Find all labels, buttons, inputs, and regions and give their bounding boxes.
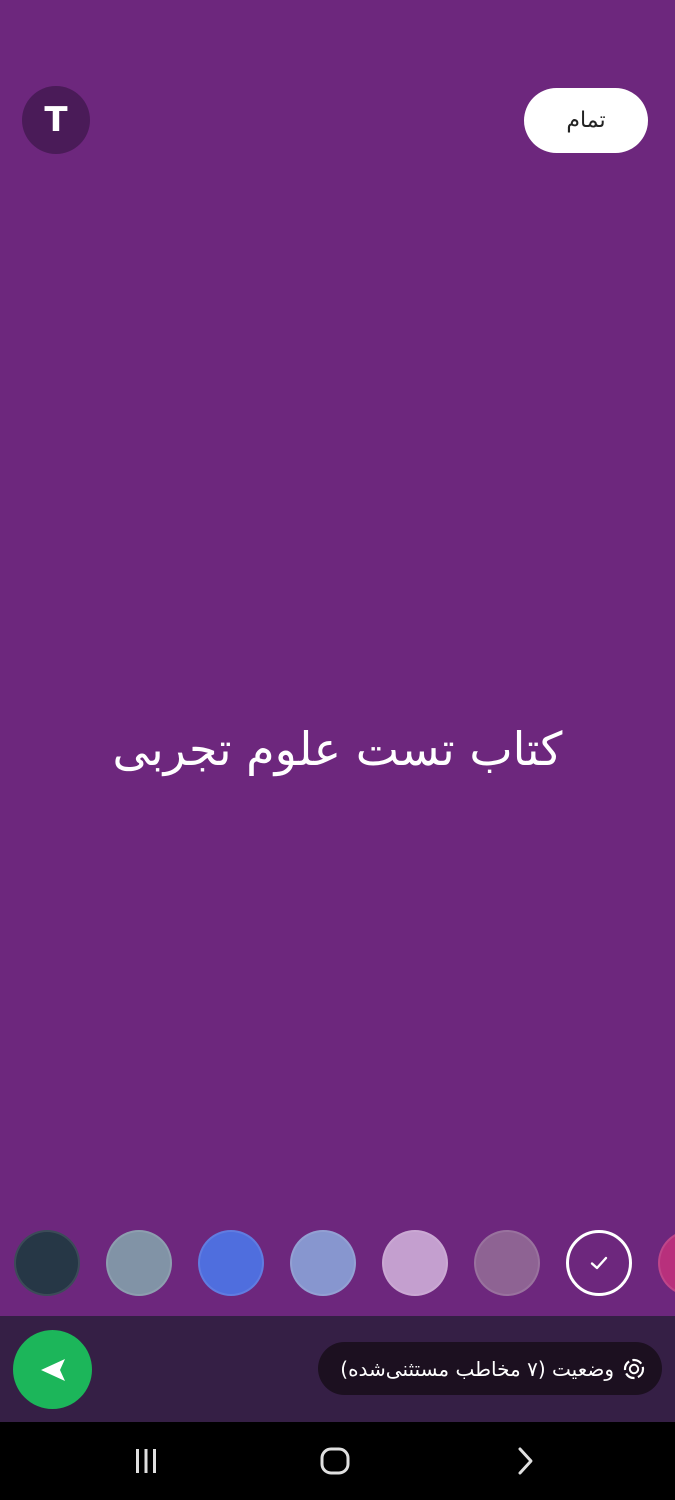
status-text[interactable]: کتاب تست علوم تجربی xyxy=(20,715,655,783)
system-navigation-bar xyxy=(0,1422,675,1500)
status-text-canvas[interactable]: T تمام کتاب تست علوم تجربی xyxy=(0,0,675,1316)
recent-apps-icon xyxy=(136,1449,156,1473)
audience-selector[interactable]: وضعیت (۷ مخاطب مستثنی‌شده) xyxy=(318,1342,662,1395)
home-button[interactable] xyxy=(315,1441,355,1481)
color-swatch[interactable] xyxy=(290,1230,356,1296)
check-icon xyxy=(590,1256,608,1270)
recent-apps-button[interactable] xyxy=(126,1441,166,1481)
back-button[interactable] xyxy=(504,1441,544,1481)
color-swatch[interactable] xyxy=(474,1230,540,1296)
color-swatch[interactable] xyxy=(198,1230,264,1296)
send-arrow-icon xyxy=(40,1358,65,1381)
audience-label: وضعیت (۷ مخاطب مستثنی‌شده) xyxy=(340,1356,614,1381)
color-palette xyxy=(0,1230,675,1298)
color-swatch-selected[interactable] xyxy=(566,1230,632,1296)
status-composer-screen: T تمام کتاب تست علوم تجربی وضعیت (۷ مخاط… xyxy=(0,0,675,1500)
status-ring-icon xyxy=(623,1358,645,1379)
done-button[interactable]: تمام xyxy=(524,88,648,153)
color-swatch[interactable] xyxy=(106,1230,172,1296)
color-swatch[interactable] xyxy=(658,1230,675,1296)
color-swatch[interactable] xyxy=(14,1230,80,1296)
send-button[interactable] xyxy=(13,1330,92,1409)
color-swatch[interactable] xyxy=(382,1230,448,1296)
home-icon xyxy=(320,1447,350,1475)
bottom-bar: وضعیت (۷ مخاطب مستثنی‌شده) xyxy=(0,1316,675,1422)
font-style-button[interactable]: T xyxy=(22,86,90,154)
back-icon xyxy=(518,1447,533,1475)
